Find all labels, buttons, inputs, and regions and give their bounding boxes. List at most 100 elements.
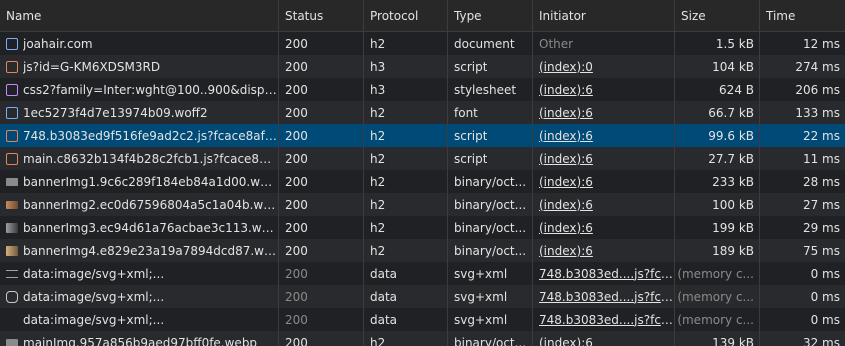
request-name-cell[interactable]: css2?family=Inter:wght@100..900&displ... bbox=[0, 78, 279, 101]
request-name-cell[interactable]: js?id=G-KM6XDSM3RD bbox=[0, 55, 279, 78]
column-header-initiator[interactable]: Initiator bbox=[533, 0, 675, 31]
image-icon bbox=[6, 338, 18, 346]
table-row[interactable]: bannerImg2.ec0d67596804a5c1a04b.we... 200… bbox=[0, 193, 845, 216]
initiator-cell-text[interactable]: (index):6 bbox=[539, 221, 593, 235]
table-row[interactable]: mainImg.957a856b9aed97bff0fe.webp 200 h2 bi… bbox=[0, 331, 845, 346]
protocol-cell-text: h3 bbox=[370, 59, 386, 74]
request-name[interactable]: bannerImg4.e829e23a19a7894dcd87.we... bbox=[23, 244, 278, 258]
request-name[interactable]: bannerImg2.ec0d67596804a5c1a04b.we... bbox=[23, 198, 278, 212]
request-name[interactable]: js?id=G-KM6XDSM3RD bbox=[23, 60, 160, 74]
initiator-cell-text[interactable]: (index):6 bbox=[539, 152, 593, 166]
time-cell: 11 ms bbox=[760, 147, 845, 170]
request-name[interactable]: css2?family=Inter:wght@100..900&displ... bbox=[23, 83, 278, 97]
column-header-size[interactable]: Size bbox=[675, 0, 760, 31]
table-row[interactable]: 748.b3083ed9f516fe9ad2c2.js?fcace8afb...… bbox=[0, 124, 845, 147]
request-name-cell[interactable]: bannerImg3.ec94d61a76acbae3c113.webp bbox=[0, 216, 279, 239]
initiator-cell-text[interactable]: 748.b3083ed....js?fcace8 bbox=[539, 267, 674, 281]
initiator-cell[interactable]: (index):6 bbox=[533, 239, 675, 262]
request-name-cell[interactable]: mainImg.957a856b9aed97bff0fe.webp bbox=[0, 331, 279, 346]
initiator-cell-text[interactable]: (index):6 bbox=[539, 336, 593, 346]
initiator-cell-text[interactable]: (index):6 bbox=[539, 198, 593, 212]
time-cell: 0 ms bbox=[760, 285, 845, 308]
document-icon bbox=[6, 37, 18, 50]
request-name[interactable]: bannerImg3.ec94d61a76acbae3c113.webp bbox=[23, 221, 278, 235]
column-header-type[interactable]: Type bbox=[448, 0, 533, 31]
table-row[interactable]: data:image/svg+xml;... 200 data svg+xml 748.… bbox=[0, 285, 845, 308]
initiator-cell-text[interactable]: (index):6 bbox=[539, 244, 593, 258]
table-row[interactable]: bannerImg3.ec94d61a76acbae3c113.webp 200 h… bbox=[0, 216, 845, 239]
request-name[interactable]: joahair.com bbox=[23, 37, 93, 51]
protocol-cell: h3 bbox=[364, 78, 448, 101]
request-name-cell[interactable]: bannerImg2.ec0d67596804a5c1a04b.we... bbox=[0, 193, 279, 216]
initiator-cell[interactable]: (index):6 bbox=[533, 78, 675, 101]
initiator-cell-text[interactable]: (index):6 bbox=[539, 83, 593, 97]
size-cell: 189 kB bbox=[675, 239, 760, 262]
initiator-cell-text[interactable]: 748.b3083ed....js?fcace8 bbox=[539, 290, 674, 304]
request-name-cell[interactable]: bannerImg4.e829e23a19a7894dcd87.we... bbox=[0, 239, 279, 262]
initiator-cell[interactable]: (index):6 bbox=[533, 170, 675, 193]
table-row[interactable]: data:image/svg+xml;... 200 data svg+xml 748.… bbox=[0, 262, 845, 285]
initiator-cell[interactable]: 748.b3083ed....js?fcace8 bbox=[533, 285, 675, 308]
request-name-cell[interactable]: main.c8632b134f4b28c2fcb1.js?fcace8af... bbox=[0, 147, 279, 170]
initiator-cell[interactable]: (index):6 bbox=[533, 124, 675, 147]
initiator-cell[interactable]: (index):6 bbox=[533, 193, 675, 216]
type-cell: binary/oct... bbox=[448, 216, 533, 239]
table-row[interactable]: bannerImg1.9c6c289f184eb84a1d00.webp 200 h… bbox=[0, 170, 845, 193]
initiator-cell-text[interactable]: (index):6 bbox=[539, 175, 593, 189]
table-row[interactable]: bannerImg4.e829e23a19a7894dcd87.we... 200… bbox=[0, 239, 845, 262]
initiator-cell[interactable]: (index):6 bbox=[533, 216, 675, 239]
column-header-name[interactable]: Name bbox=[0, 0, 279, 31]
table-row[interactable]: 1ec5273f4d7e13974b09.woff2 200 h2 font (inde… bbox=[0, 101, 845, 124]
image-icon bbox=[6, 200, 18, 209]
type-cell: document bbox=[448, 32, 533, 55]
request-name-cell[interactable]: data:image/svg+xml;... bbox=[0, 262, 279, 285]
initiator-cell-text[interactable]: (index):6 bbox=[539, 129, 593, 143]
initiator-cell-text[interactable]: 748.b3083ed....js?fcace8 bbox=[539, 313, 674, 327]
script-icon bbox=[6, 60, 18, 73]
initiator-cell[interactable]: 748.b3083ed....js?fcace8 bbox=[533, 262, 675, 285]
size-cell: (memory c... bbox=[675, 285, 760, 308]
type-cell-text: binary/oct... bbox=[454, 174, 527, 189]
request-name[interactable]: 1ec5273f4d7e13974b09.woff2 bbox=[23, 106, 208, 120]
request-name[interactable]: mainImg.957a856b9aed97bff0fe.webp bbox=[23, 336, 257, 346]
column-header-status[interactable]: Status bbox=[279, 0, 364, 31]
time-cell-text: 206 ms bbox=[795, 82, 840, 97]
initiator-cell[interactable]: (index):6 bbox=[533, 331, 675, 346]
initiator-cell[interactable]: (index):0 bbox=[533, 55, 675, 78]
request-name[interactable]: data:image/svg+xml;... bbox=[23, 267, 164, 281]
request-name-cell[interactable]: data:image/svg+xml;... bbox=[0, 308, 279, 331]
request-name[interactable]: data:image/svg+xml;... bbox=[23, 313, 164, 327]
type-cell-text: stylesheet bbox=[454, 82, 517, 97]
table-row[interactable]: joahair.com 200 h2 document Other 1.5 kB 12 ms bbox=[0, 32, 845, 55]
request-name[interactable]: 748.b3083ed9f516fe9ad2c2.js?fcace8afb... bbox=[23, 129, 278, 143]
status-cell-text: 200 bbox=[285, 59, 308, 74]
request-name-cell[interactable]: data:image/svg+xml;... bbox=[0, 285, 279, 308]
request-name-cell[interactable]: bannerImg1.9c6c289f184eb84a1d00.webp bbox=[0, 170, 279, 193]
size-cell-text: 66.7 kB bbox=[708, 105, 754, 120]
request-name[interactable]: data:image/svg+xml;... bbox=[23, 290, 164, 304]
request-name[interactable]: main.c8632b134f4b28c2fcb1.js?fcace8af... bbox=[23, 152, 278, 166]
request-name-cell[interactable]: 748.b3083ed9f516fe9ad2c2.js?fcace8afb... bbox=[0, 124, 279, 147]
request-name[interactable]: bannerImg1.9c6c289f184eb84a1d00.webp bbox=[23, 175, 278, 189]
table-row[interactable]: js?id=G-KM6XDSM3RD 200 h3 script (index):0 10… bbox=[0, 55, 845, 78]
initiator-cell[interactable]: (index):6 bbox=[533, 147, 675, 170]
initiator-cell-text[interactable]: (index):0 bbox=[539, 60, 593, 74]
status-cell: 200 bbox=[279, 216, 364, 239]
initiator-cell[interactable]: (index):6 bbox=[533, 101, 675, 124]
initiator-cell[interactable]: 748.b3083ed....js?fcace8 bbox=[533, 308, 675, 331]
type-cell-text: font bbox=[454, 105, 478, 120]
time-cell-text: 28 ms bbox=[802, 174, 840, 189]
table-row[interactable]: main.c8632b134f4b28c2fcb1.js?fcace8af...… bbox=[0, 147, 845, 170]
table-row[interactable]: css2?family=Inter:wght@100..900&displ...… bbox=[0, 78, 845, 101]
initiator-cell: Other bbox=[533, 32, 675, 55]
request-name-cell[interactable]: 1ec5273f4d7e13974b09.woff2 bbox=[0, 101, 279, 124]
size-cell: 100 kB bbox=[675, 193, 760, 216]
protocol-cell-text: h2 bbox=[370, 36, 386, 51]
status-cell-text: 200 bbox=[285, 82, 308, 97]
column-header-time[interactable]: Time bbox=[760, 0, 845, 31]
time-cell-text: 0 ms bbox=[810, 266, 840, 281]
initiator-cell-text[interactable]: (index):6 bbox=[539, 106, 593, 120]
table-row[interactable]: data:image/svg+xml;... 200 data svg+xml 748.… bbox=[0, 308, 845, 331]
column-header-protocol[interactable]: Protocol bbox=[364, 0, 448, 31]
request-name-cell[interactable]: joahair.com bbox=[0, 32, 279, 55]
